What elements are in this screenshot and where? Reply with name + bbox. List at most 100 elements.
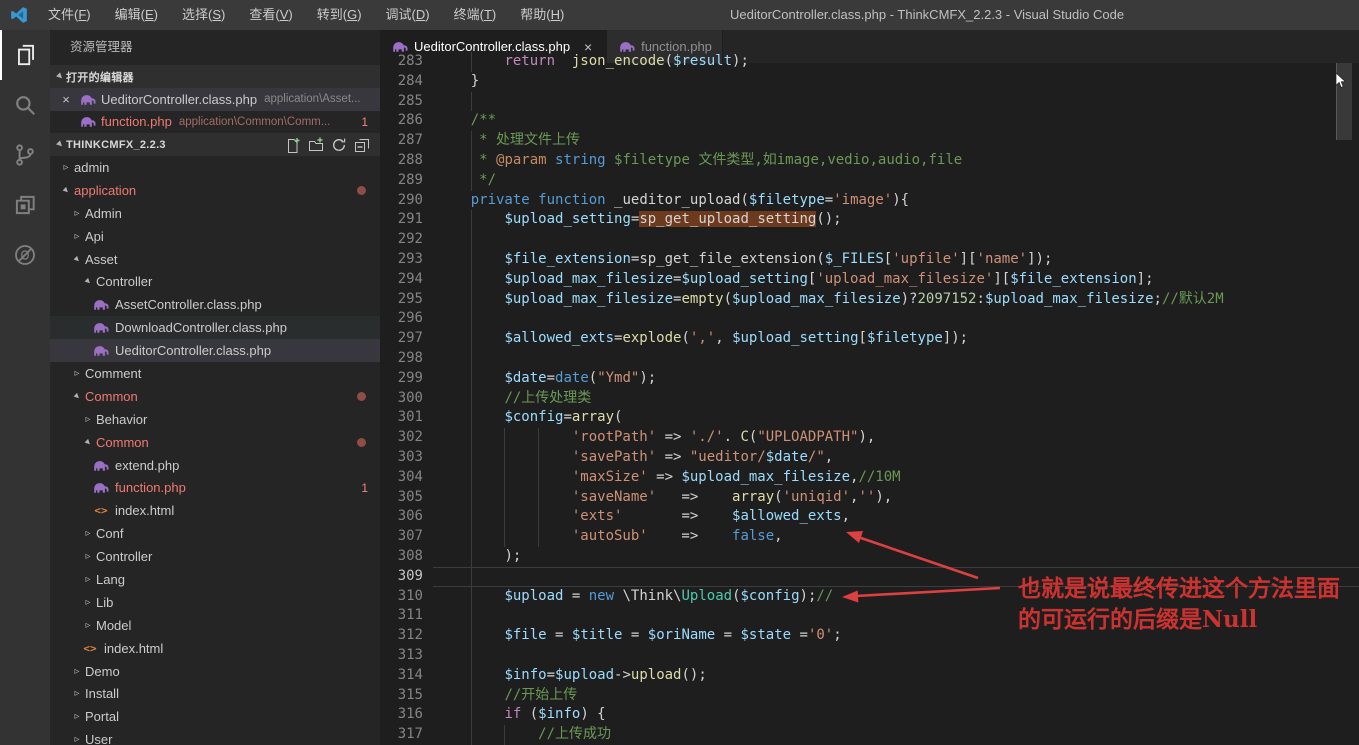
code-line-287[interactable]: 287 * 处理文件上传	[380, 131, 1359, 151]
code-line-302[interactable]: 302 'rootPath' => './'. C("UPLOADPATH"),	[380, 428, 1359, 448]
extensions-icon[interactable]	[0, 180, 50, 230]
tree-item-label: admin	[74, 160, 109, 175]
tree-folder-lib[interactable]: ▹Lib	[50, 591, 380, 614]
line-number: 315	[380, 686, 423, 706]
code-line-286[interactable]: 286 /**	[380, 111, 1359, 131]
code-line-313[interactable]: 313	[380, 646, 1359, 666]
menu-item[interactable]: 查看(V)	[237, 0, 304, 30]
code-line-309[interactable]: 309	[380, 567, 1359, 587]
tree-folder-lang[interactable]: ▹Lang	[50, 568, 380, 591]
chevron-collapsed-icon: ▹	[82, 620, 94, 631]
tree-file-function-php[interactable]: function.php1	[50, 476, 380, 499]
code-line-314[interactable]: 314 $info=$upload->upload();	[380, 666, 1359, 686]
tree-file-ueditorcontroller-class-php[interactable]: UeditorController.class.php	[50, 339, 380, 362]
code-line-306[interactable]: 306 'exts' => $allowed_exts,	[380, 507, 1359, 527]
code-line-294[interactable]: 294 $upload_max_filesize=$upload_setting…	[380, 270, 1359, 290]
tree-file-index-html[interactable]: <>index.html	[50, 499, 380, 522]
explorer-icon[interactable]	[0, 30, 50, 80]
debug-disabled-icon[interactable]	[0, 230, 50, 280]
menu-item[interactable]: 选择(S)	[170, 0, 237, 30]
tree-file-index-html[interactable]: <>index.html	[50, 637, 380, 660]
tree-item-label: Lib	[96, 595, 113, 610]
tree-folder-api[interactable]: ▹Api	[50, 225, 380, 248]
collapse-all-icon[interactable]	[354, 137, 370, 153]
tree-folder-behavior[interactable]: ▹Behavior	[50, 408, 380, 431]
tree-item-label: DownloadController.class.php	[115, 320, 287, 335]
open-editor-item-function-php[interactable]: function.phpapplication\Common\Comm...1	[50, 111, 380, 134]
new-file-icon[interactable]	[285, 137, 301, 153]
refresh-icon[interactable]	[331, 137, 347, 153]
code-line-299[interactable]: 299 $date=date("Ymd");	[380, 369, 1359, 389]
code-line-288[interactable]: 288 * @param string $filetype 文件类型,如imag…	[380, 151, 1359, 171]
indent-guide	[471, 507, 472, 527]
code-line-298[interactable]: 298	[380, 349, 1359, 369]
tree-folder-common[interactable]: ▸Common	[50, 385, 380, 408]
open-editors-header[interactable]: ▸ 打开的编辑器	[50, 65, 380, 88]
search-icon[interactable]	[0, 80, 50, 130]
menu-item[interactable]: 终端(T)	[442, 0, 509, 30]
code-line-284[interactable]: 284 }	[380, 72, 1359, 92]
code-line-291[interactable]: 291 $upload_setting=sp_get_upload_settin…	[380, 210, 1359, 230]
tree-folder-admin[interactable]: ▹admin	[50, 156, 380, 179]
tree-folder-conf[interactable]: ▹Conf	[50, 522, 380, 545]
new-folder-icon[interactable]	[308, 137, 324, 153]
editor-group[interactable]: UeditorController.class.php×function.php…	[380, 30, 1359, 745]
code-line-308[interactable]: 308 );	[380, 547, 1359, 567]
code-line-300[interactable]: 300 //上传处理类	[380, 389, 1359, 409]
source-control-icon[interactable]	[0, 130, 50, 180]
code-line-290[interactable]: 290 private function _ueditor_upload($fi…	[380, 191, 1359, 211]
tree-folder-application[interactable]: ▸application	[50, 179, 380, 202]
tree-folder-install[interactable]: ▹Install	[50, 682, 380, 705]
menu-item[interactable]: 编辑(E)	[103, 0, 170, 30]
code-line-283[interactable]: 283 return json_encode($result);	[380, 52, 1359, 72]
tree-folder-portal[interactable]: ▹Portal	[50, 705, 380, 728]
code-line-293[interactable]: 293 $file_extension=sp_get_file_extensio…	[380, 250, 1359, 270]
code-line-295[interactable]: 295 $upload_max_filesize=empty($upload_m…	[380, 290, 1359, 310]
close-icon[interactable]: ×	[58, 92, 74, 107]
code-line-285[interactable]: 285	[380, 92, 1359, 112]
project-section-header[interactable]: ▸ THINKCMFX_2.2.3	[50, 133, 380, 156]
code-line-301[interactable]: 301 $config=array(	[380, 408, 1359, 428]
tree-folder-controller[interactable]: ▸Controller	[50, 270, 380, 293]
code-line-311[interactable]: 311	[380, 606, 1359, 626]
tree-folder-comment[interactable]: ▹Comment	[50, 362, 380, 385]
code-line-316[interactable]: 316 if ($info) {	[380, 705, 1359, 725]
tree-folder-common[interactable]: ▸Common	[50, 431, 380, 454]
indent-guide	[471, 587, 472, 607]
html-icon: <>	[82, 642, 98, 655]
code-line-315[interactable]: 315 //开始上传	[380, 686, 1359, 706]
tree-item-label: Comment	[85, 366, 141, 381]
indent-guide	[471, 468, 472, 488]
tree-folder-demo[interactable]: ▹Demo	[50, 660, 380, 683]
tree-folder-user[interactable]: ▹User	[50, 728, 380, 745]
menu-item[interactable]: 帮助(H)	[508, 0, 576, 30]
code-area[interactable]: 283 return json_encode($result);284 }285…	[380, 52, 1359, 745]
menu-item[interactable]: 调试(D)	[374, 0, 442, 30]
line-number: 296	[380, 309, 423, 329]
open-editor-item-ueditorcontroller-class-php[interactable]: ×UeditorController.class.phpapplication\…	[50, 88, 380, 111]
code-line-304[interactable]: 304 'maxSize' => $upload_max_filesize,//…	[380, 468, 1359, 488]
code-line-297[interactable]: 297 $allowed_exts=explode(',', $upload_s…	[380, 329, 1359, 349]
tree-folder-model[interactable]: ▹Model	[50, 614, 380, 637]
project-actions	[285, 137, 370, 153]
chevron-expanded-icon: ▸	[69, 251, 85, 267]
tree-folder-controller[interactable]: ▹Controller	[50, 545, 380, 568]
code-line-303[interactable]: 303 'savePath' => "ueditor/$date/",	[380, 448, 1359, 468]
menu-item[interactable]: 文件(F)	[36, 0, 103, 30]
problems-badge: 1	[361, 115, 368, 129]
code-line-310[interactable]: 310 $upload = new \Think\Upload($config)…	[380, 587, 1359, 607]
code-line-305[interactable]: 305 'saveName' => array('uniqid',''),	[380, 488, 1359, 508]
tree-file-extend-php[interactable]: extend.php	[50, 454, 380, 477]
menu-item[interactable]: 转到(G)	[305, 0, 374, 30]
code-line-292[interactable]: 292	[380, 230, 1359, 250]
code-line-317[interactable]: 317 //上传成功	[380, 725, 1359, 745]
code-line-312[interactable]: 312 $file = $title = $oriName = $state =…	[380, 626, 1359, 646]
line-number: 294	[380, 270, 423, 290]
code-line-296[interactable]: 296	[380, 309, 1359, 329]
code-line-289[interactable]: 289 */	[380, 171, 1359, 191]
code-line-307[interactable]: 307 'autoSub' => false,	[380, 527, 1359, 547]
tree-folder-admin[interactable]: ▹Admin	[50, 202, 380, 225]
tree-file-assetcontroller-class-php[interactable]: AssetController.class.php	[50, 293, 380, 316]
tree-file-downloadcontroller-class-php[interactable]: DownloadController.class.php	[50, 316, 380, 339]
tree-folder-asset[interactable]: ▸Asset	[50, 248, 380, 271]
